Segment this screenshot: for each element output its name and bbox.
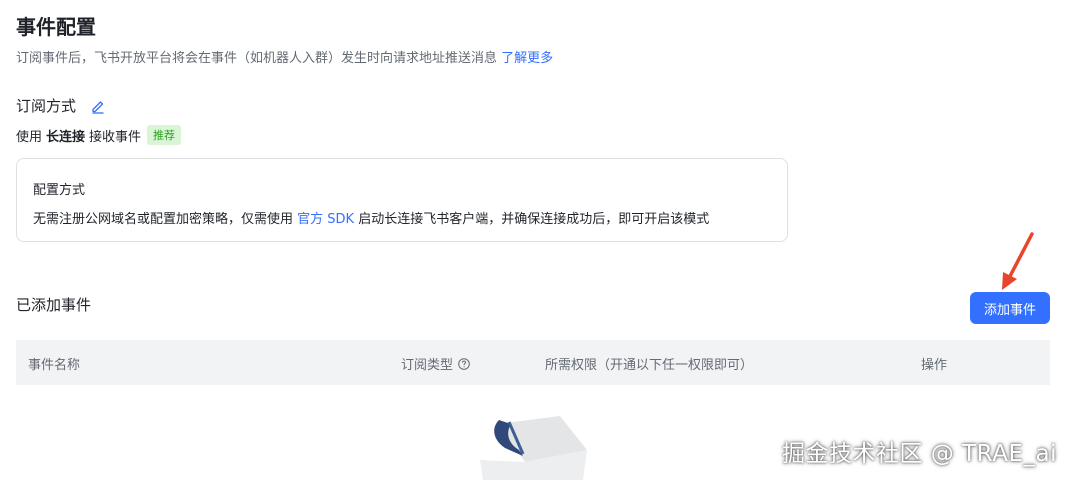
column-header-actions: 操作 [921,358,948,373]
subscription-method: 使用 长连接 接收事件 推荐 [16,125,182,145]
page-description: 订阅事件后，飞书开放平台将会在事件（如机器人入群）发生时向请求地址推送消息 了解… [16,47,553,66]
official-sdk-link[interactable]: 官方 SDK [297,212,354,227]
method-prefix: 使用 [16,129,43,145]
column-header-permissions: 所需权限（开通以下任一权限即可） [545,358,754,373]
page-title: 事件配置 [16,15,96,39]
config-card-description: 无需注册公网域名或配置加密策略，仅需使用 官方 SDK 启动长连接飞书客户端，并… [33,208,709,227]
edit-icon[interactable] [90,98,106,114]
config-desc-before: 无需注册公网域名或配置加密策略，仅需使用 [33,212,294,227]
learn-more-link[interactable]: 了解更多 [501,51,553,66]
annotation-arrow-icon [1002,232,1034,290]
added-events-title: 已添加事件 [16,296,92,314]
events-table-header: 事件名称 订阅类型 所需权限（开通以下任一权限即可） 操作 [16,340,1050,385]
description-text: 订阅事件后，飞书开放平台将会在事件（如机器人入群）发生时向请求地址推送消息 [16,51,498,66]
empty-state-illustration-icon [480,416,587,480]
column-header-event-name: 事件名称 [28,358,81,373]
subscription-type-label: 订阅类型 [401,358,454,373]
watermark: 掘金技术社区 @ TRAE_ai [782,441,1057,467]
method-suffix: 接收事件 [89,129,142,145]
column-header-subscription-type: 订阅类型 [401,354,470,373]
config-desc-after: 启动长连接飞书客户端，并确保连接成功后，即可开启该模式 [358,212,710,227]
subscription-title-text: 订阅方式 [16,97,77,115]
method-name: 长连接 [46,129,86,145]
config-card-title: 配置方式 [33,183,86,198]
subscription-section-title: 订阅方式 [16,95,106,116]
add-event-button[interactable]: 添加事件 [970,292,1050,324]
help-icon[interactable] [458,357,470,370]
config-card: 配置方式 无需注册公网域名或配置加密策略，仅需使用 官方 SDK 启动长连接飞书… [16,158,788,242]
recommended-badge: 推荐 [147,125,182,145]
